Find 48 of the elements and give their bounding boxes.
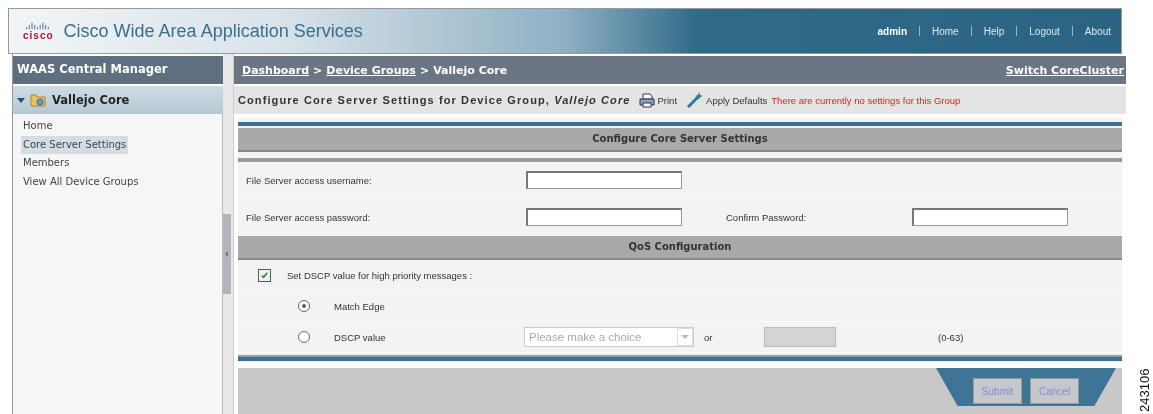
confirm-password-field[interactable]: [912, 208, 1068, 226]
breadcrumb-separator: >: [313, 63, 323, 77]
caret-icon[interactable]: [17, 97, 25, 103]
sidebar-item[interactable]: Core Server Settings: [21, 135, 129, 154]
or-label: or: [704, 331, 714, 343]
radio-button[interactable]: [298, 331, 310, 343]
sidebar-item[interactable]: View All Device Groups: [21, 172, 141, 191]
nav-link[interactable]: Help: [983, 25, 1005, 37]
logo-bars-icon: [26, 21, 51, 30]
apply-defaults-button[interactable]: Apply Defaults: [687, 92, 768, 108]
printer-icon: [638, 92, 655, 108]
splitter-handle[interactable]: [223, 214, 231, 294]
nav-link[interactable]: Logout: [1029, 25, 1060, 37]
figure-number: 243106: [1138, 367, 1152, 412]
checkbox-label: Set DSCP value for high priority messages :: [287, 269, 473, 281]
password-field[interactable]: [526, 208, 682, 226]
radio-button[interactable]: [298, 300, 310, 312]
print-button[interactable]: Print: [638, 92, 678, 108]
user-name: admin: [877, 25, 907, 37]
breadcrumb-separator: >: [419, 63, 430, 77]
sidebar-item[interactable]: Home: [21, 117, 55, 136]
range-hint: (0-63): [938, 331, 964, 343]
wand-icon: [687, 92, 704, 108]
page-title: Configure Core Server Settings for Device Group, Vallejo Core: [238, 94, 631, 106]
section-header: QoS Configuration: [238, 236, 1122, 260]
app-title: Cisco Wide Area Application Services: [63, 20, 363, 42]
field-label: Confirm Password:: [726, 211, 808, 223]
nav-link[interactable]: Home: [932, 25, 959, 37]
check-icon: [260, 270, 269, 280]
section-header: Configure Core Server Settings: [238, 128, 1122, 152]
breadcrumb-current: Vallejo Core: [433, 63, 508, 77]
checkbox[interactable]: [258, 268, 271, 282]
sidebar-title: WAAS Central Manager: [13, 56, 223, 84]
tree-node[interactable]: Vallejo Core: [13, 86, 223, 114]
sidebar-item[interactable]: Members: [21, 154, 72, 173]
nav-link[interactable]: About: [1084, 25, 1111, 37]
field-label: File Server access password:: [246, 211, 372, 223]
folder-icon: [30, 93, 46, 107]
radio-label: DSCP value: [334, 331, 387, 343]
breadcrumb-link[interactable]: Dashboard: [242, 63, 310, 77]
switch-link[interactable]: Switch CoreCluster: [1005, 63, 1124, 77]
caret-icon: [681, 334, 689, 340]
breadcrumb-link[interactable]: Device Groups: [326, 63, 416, 77]
field-label: File Server access username:: [246, 174, 373, 186]
username-field[interactable]: [526, 171, 682, 189]
radio-label: Match Edge: [334, 300, 386, 312]
cisco-logo: cisco: [23, 21, 54, 41]
notice-text: There are currently no settings for this Group: [771, 94, 961, 106]
